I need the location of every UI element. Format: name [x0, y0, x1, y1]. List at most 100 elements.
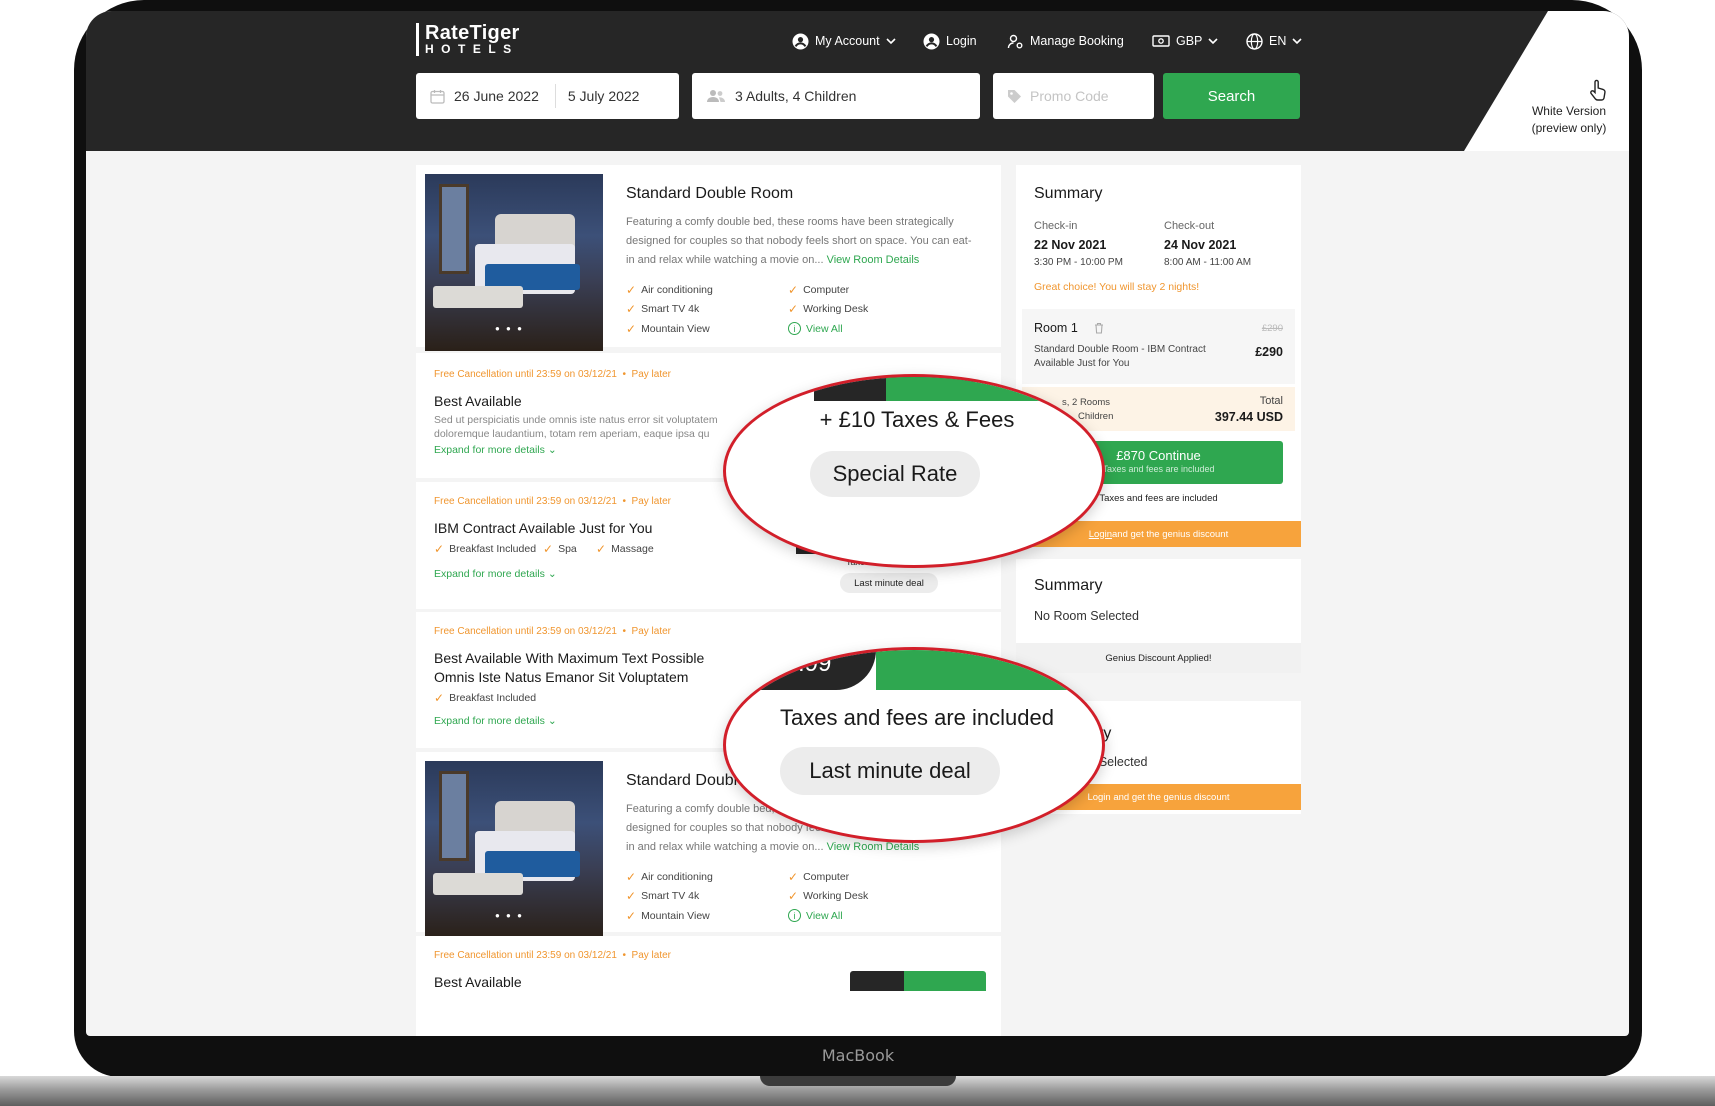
- expand-label: Expand for more details: [434, 715, 545, 727]
- promo-code-placeholder: Promo Code: [1030, 88, 1109, 104]
- room-photo-window: [439, 771, 469, 861]
- nav-language[interactable]: EN: [1246, 29, 1302, 53]
- laptop-base-notch: [760, 1076, 956, 1086]
- top-bar: RateTiger HOTELS My Account Login Manage…: [86, 11, 1629, 151]
- room-photo[interactable]: ● ● ●: [425, 174, 603, 351]
- amenity-item: ✓ Mountain View: [626, 322, 710, 336]
- nav-my-account-label: My Account: [815, 34, 880, 48]
- globe-icon: [1246, 32, 1263, 50]
- amenity-item: ✓ Air conditioning: [626, 870, 713, 884]
- cancellation-text: Free Cancellation until 23:59 on 03/12/2…: [434, 950, 617, 961]
- chevron-down-icon: [1292, 38, 1302, 45]
- summary-title: Summary: [1034, 577, 1103, 594]
- zoom-taxes-text: Taxes and fees are included: [780, 705, 1054, 730]
- nav-my-account[interactable]: My Account: [792, 29, 896, 53]
- rate-card: Free Cancellation until 23:59 on 03/12/2…: [416, 936, 1001, 1036]
- amenity-item: ✓ Computer: [788, 283, 849, 297]
- cancellation-note: Free Cancellation until 23:59 on 03/12/2…: [434, 496, 671, 507]
- total-value: 397.44 USD: [1214, 410, 1283, 424]
- view-room-details-link[interactable]: View Room Details: [827, 254, 920, 266]
- no-room-selected: No Room Selected: [1034, 609, 1139, 623]
- rate-feature: ✓ Breakfast Included: [434, 691, 536, 705]
- amenity-item: ✓ Mountain View: [626, 909, 710, 923]
- amenity-label: Air conditioning: [641, 871, 713, 883]
- screen: RateTiger HOTELS My Account Login Manage…: [86, 11, 1629, 1036]
- guests-value: 3 Adults, 4 Children: [735, 88, 857, 104]
- rate-feature: ✓ Massage: [596, 542, 654, 556]
- pay-later-text: Pay later: [631, 496, 671, 507]
- expand-details-link[interactable]: Expand for more details ⌄: [434, 715, 557, 727]
- amenity-item: ✓ Smart TV 4k: [626, 302, 699, 316]
- check-icon: ✓: [434, 691, 445, 705]
- genius-discount-text: and get the genius discount: [1112, 528, 1229, 540]
- white-version-label: White Version (preview only): [1519, 103, 1619, 137]
- zoom-callout-last-minute: .99 Taxes and fees are included Last min…: [723, 647, 1105, 843]
- expand-label: Expand for more details: [434, 568, 545, 580]
- room-desc-line2: Available Just for You: [1034, 358, 1130, 369]
- amenity-label: Working Desk: [803, 890, 869, 902]
- price-button-green[interactable]: [904, 971, 986, 991]
- rate-feature-label: Breakfast Included: [449, 543, 537, 555]
- price-button-dark[interactable]: [850, 971, 904, 991]
- carousel-dots[interactable]: ● ● ●: [495, 324, 524, 333]
- total-label: Total: [1259, 395, 1283, 407]
- check-icon: ✓: [626, 283, 637, 297]
- expand-details-link[interactable]: Expand for more details ⌄: [434, 568, 557, 580]
- genius-login-link[interactable]: Login: [1089, 529, 1112, 540]
- view-all-amenities-link[interactable]: i View All: [788, 322, 843, 335]
- expand-details-link[interactable]: Expand for more details ⌄: [434, 444, 557, 456]
- info-icon: i: [788, 322, 801, 335]
- chevron-down-icon: [886, 38, 896, 45]
- carousel-dots[interactable]: ● ● ●: [495, 911, 524, 920]
- check-icon: ✓: [626, 870, 637, 884]
- checkout-time: 8:00 AM - 11:00 AM: [1164, 257, 1252, 268]
- search-button[interactable]: Search: [1163, 73, 1300, 119]
- logo[interactable]: RateTiger HOTELS: [416, 23, 520, 56]
- date-range-picker[interactable]: 26 June 2022 5 July 2022: [416, 73, 679, 119]
- summary-title: Summary: [1034, 185, 1103, 202]
- amenity-item: ✓ Working Desk: [788, 889, 868, 903]
- rate-title-line1: Best Available With Maximum Text Possibl…: [434, 650, 705, 666]
- promo-code-input[interactable]: Promo Code: [993, 73, 1154, 119]
- check-icon: ✓: [434, 542, 445, 556]
- room-photo[interactable]: ● ● ●: [425, 761, 603, 938]
- cancellation-note: Free Cancellation until 23:59 on 03/12/2…: [434, 369, 671, 380]
- cancellation-note: Free Cancellation until 23:59 on 03/12/2…: [434, 626, 671, 637]
- rate-feature-label: Breakfast Included: [449, 692, 537, 704]
- check-icon: ✓: [626, 889, 637, 903]
- zoom-taxes-text: + £10 Taxes & Fees: [819, 407, 1015, 432]
- zoom-callout-special-rate: + £10 Taxes & Fees Special Rate: [723, 374, 1105, 568]
- chevron-down-icon: ⌄: [547, 444, 557, 456]
- amenity-label: Smart TV 4k: [641, 303, 700, 315]
- amenity-item: ✓ Computer: [788, 870, 849, 884]
- rate-feature: ✓ Breakfast Included: [434, 542, 536, 556]
- room-photo-bench: [433, 286, 523, 308]
- check-icon: ✓: [626, 322, 637, 336]
- nav-manage-booking[interactable]: Manage Booking: [1007, 29, 1124, 53]
- rate-feature-label: Spa: [558, 543, 577, 555]
- zoom-price-fragment: .99: [726, 650, 876, 690]
- room-description: Featuring a comfy double bed, these room…: [626, 213, 976, 270]
- hand-pointer-icon: [1590, 79, 1606, 101]
- nav-currency-label: GBP: [1176, 34, 1203, 48]
- room-photo-window: [439, 184, 469, 274]
- nav-currency[interactable]: GBP: [1152, 29, 1218, 53]
- guests-selector[interactable]: 3 Adults, 4 Children: [692, 73, 980, 119]
- checkin-date: 26 June 2022: [454, 88, 539, 104]
- checkin-date: 22 Nov 2021: [1034, 238, 1107, 252]
- view-all-amenities-link[interactable]: i View All: [788, 909, 843, 922]
- rate-title: Best Available: [434, 393, 522, 409]
- amenity-item: ✓ Smart TV 4k: [626, 889, 699, 903]
- room-label: Room 1: [1034, 321, 1078, 335]
- rate-feature-label: Massage: [611, 543, 654, 555]
- check-icon: ✓: [788, 889, 799, 903]
- cancellation-text: Free Cancellation until 23:59 on 03/12/2…: [434, 496, 617, 507]
- nav-login[interactable]: Login: [923, 29, 977, 53]
- trash-icon[interactable]: [1094, 322, 1104, 334]
- rate-title: IBM Contract Available Just for You: [434, 520, 653, 536]
- room-desc-line1: Standard Double Room - IBM Contract: [1034, 344, 1206, 355]
- amenity-label: Computer: [803, 871, 850, 883]
- rate-title-line2: Omnis Iste Natus Emanor Sit Voluptatem: [434, 669, 689, 685]
- chevron-down-icon: ⌄: [547, 715, 557, 727]
- pay-later-text: Pay later: [631, 950, 671, 961]
